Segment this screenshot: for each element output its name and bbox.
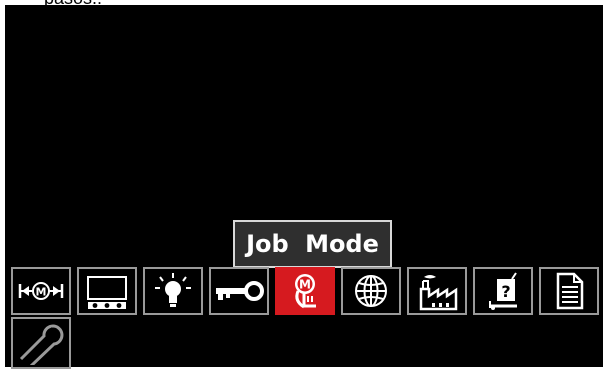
menu-item-display[interactable] xyxy=(77,267,137,315)
menu-item-brightness[interactable] xyxy=(143,267,203,315)
menu-item-job-mode[interactable]: M xyxy=(275,267,335,315)
menu-item-language[interactable] xyxy=(341,267,401,315)
menu-item-lock[interactable] xyxy=(209,267,269,315)
svg-text:M: M xyxy=(36,286,47,299)
menu-item-mode-selector[interactable]: M xyxy=(11,267,71,315)
display-config-icon xyxy=(87,276,127,309)
menu-item-document[interactable] xyxy=(539,267,599,315)
job-mode-icon: M xyxy=(295,274,316,309)
menu-item-factory[interactable] xyxy=(407,267,467,315)
brightness-icon xyxy=(155,273,191,307)
document-icon xyxy=(556,272,584,310)
language-globe-icon xyxy=(355,275,387,307)
menu-item-service[interactable] xyxy=(11,317,71,369)
menu-title-popup: Job Mode xyxy=(233,220,392,268)
svg-text:M: M xyxy=(299,278,311,292)
factory-reset-icon xyxy=(419,275,458,311)
wrench-service-icon xyxy=(19,324,64,365)
lcd-screen: Job Mode M M ? xyxy=(5,5,603,369)
menu-item-help[interactable]: ? xyxy=(473,267,533,315)
lock-key-icon xyxy=(216,281,264,301)
svg-text:?: ? xyxy=(501,282,510,301)
help-info-icon: ? xyxy=(489,272,517,310)
mode-selector-icon: M xyxy=(18,282,64,300)
